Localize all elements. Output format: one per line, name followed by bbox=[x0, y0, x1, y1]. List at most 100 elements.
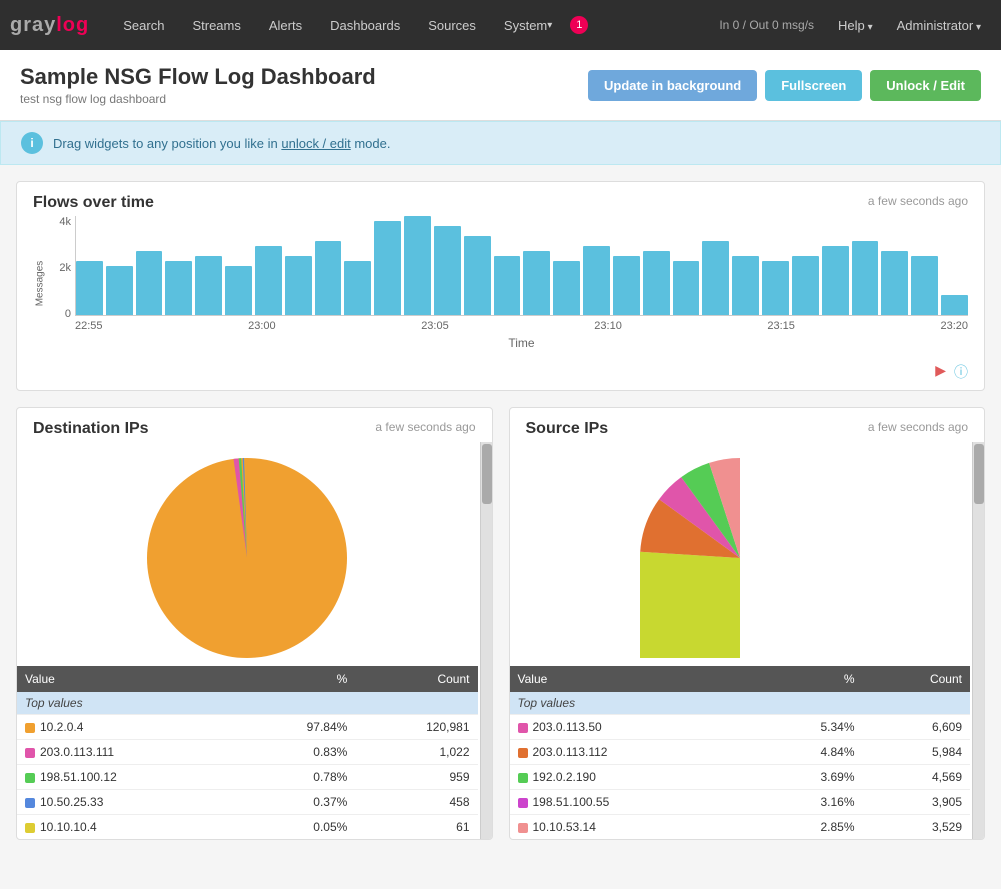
x-axis: 22:55 23:00 23:05 23:10 23:15 23:20 bbox=[75, 316, 968, 332]
bars-and-xaxis: 22:55 23:00 23:05 23:10 23:15 23:20 Time bbox=[75, 216, 968, 350]
unlock-edit-button[interactable]: Unlock / Edit bbox=[870, 70, 981, 101]
table-row: 203.0.113.111 0.83% 1,022 bbox=[17, 740, 478, 765]
flows-chart-panel: Flows over time a few seconds ago Messag… bbox=[16, 181, 985, 391]
flows-chart-timestamp: a few seconds ago bbox=[868, 194, 968, 208]
source-row4-value: 198.51.100.55 bbox=[510, 790, 751, 815]
chart-bar bbox=[822, 246, 849, 315]
dest-group-label: Top values bbox=[17, 692, 478, 715]
source-table-header-row: Value % Count bbox=[510, 666, 971, 692]
navbar: graylog Search Streams Alerts Dashboards… bbox=[0, 0, 1001, 50]
source-row3-value: 192.0.2.190 bbox=[510, 765, 751, 790]
table-row: 10.10.53.14 2.85% 3,529 bbox=[510, 815, 971, 840]
nav-dashboards[interactable]: Dashboards bbox=[316, 0, 414, 50]
source-row2-count: 5,984 bbox=[863, 740, 970, 765]
table-row: 203.0.113.112 4.84% 5,984 bbox=[510, 740, 971, 765]
table-row: 192.0.2.190 3.69% 4,569 bbox=[510, 765, 971, 790]
title-block: Sample NSG Flow Log Dashboard test nsg f… bbox=[20, 64, 376, 106]
source-row3-pct: 3.69% bbox=[751, 765, 863, 790]
nav-streams[interactable]: Streams bbox=[178, 0, 254, 50]
dest-table-header-row: Value % Count bbox=[17, 666, 478, 692]
dest-row3-value: 198.51.100.12 bbox=[17, 765, 239, 790]
source-group-row: Top values bbox=[510, 692, 971, 715]
source-scroll-wrapper: Value % Count Top values 203.0.113.50 bbox=[510, 442, 985, 839]
brand-logo[interactable]: graylog bbox=[10, 14, 89, 37]
x-tick-1: 22:55 bbox=[75, 320, 103, 332]
source-group-label: Top values bbox=[510, 692, 971, 715]
info-circle-icon[interactable]: ⓘ bbox=[954, 362, 968, 382]
update-background-button[interactable]: Update in background bbox=[588, 70, 757, 101]
chart-bar bbox=[494, 256, 521, 315]
x-tick-5: 23:15 bbox=[767, 320, 795, 332]
table-row: 10.10.10.4 0.05% 61 bbox=[17, 815, 478, 840]
chart-bar bbox=[285, 256, 312, 315]
source-pie-container bbox=[510, 442, 971, 666]
chart-bar bbox=[673, 261, 700, 315]
dest-scroll-wrapper: Value % Count Top values 10.2.0.4 bbox=[17, 442, 492, 839]
nav-items: Search Streams Alerts Dashboards Sources… bbox=[109, 0, 709, 50]
dest-dot-5 bbox=[25, 823, 35, 833]
info-prefix: Drag widgets to any position you like in bbox=[53, 136, 281, 151]
x-tick-6: 23:20 bbox=[940, 320, 968, 332]
fullscreen-button[interactable]: Fullscreen bbox=[765, 70, 862, 101]
source-dot-3 bbox=[518, 773, 528, 783]
dest-pie-container bbox=[17, 442, 478, 666]
unlock-edit-link[interactable]: unlock / edit bbox=[281, 136, 350, 151]
nav-alerts[interactable]: Alerts bbox=[255, 0, 316, 50]
dest-panel-content: Value % Count Top values 10.2.0.4 bbox=[17, 442, 492, 839]
nav-system[interactable]: System bbox=[490, 0, 566, 50]
dest-scrollbar[interactable] bbox=[480, 442, 492, 839]
source-col-value: Value bbox=[510, 666, 751, 692]
y-tick-4k: 4k bbox=[47, 216, 71, 228]
table-row: 198.51.100.12 0.78% 959 bbox=[17, 765, 478, 790]
source-pie-chart bbox=[640, 458, 840, 658]
dest-row5-value: 10.10.10.4 bbox=[17, 815, 239, 840]
dest-row2-count: 1,022 bbox=[355, 740, 477, 765]
chart-bar bbox=[702, 241, 729, 315]
y-tick-2k: 2k bbox=[47, 262, 71, 274]
nav-search[interactable]: Search bbox=[109, 0, 178, 50]
chart-bar bbox=[165, 261, 192, 315]
play-icon[interactable]: ▶ bbox=[935, 362, 946, 382]
throughput-stats: In 0 / Out 0 msg/s bbox=[709, 18, 824, 32]
source-table: Value % Count Top values 203.0.113.50 bbox=[510, 666, 971, 839]
chart-bar bbox=[792, 256, 819, 315]
dest-row5-pct: 0.05% bbox=[239, 815, 356, 840]
dest-row4-count: 458 bbox=[355, 790, 477, 815]
dest-panel-header: Destination IPs a few seconds ago bbox=[17, 408, 492, 442]
nav-sources[interactable]: Sources bbox=[414, 0, 490, 50]
source-ips-panel: Source IPs a few seconds ago bbox=[509, 407, 986, 840]
source-scroll-thumb[interactable] bbox=[974, 444, 984, 504]
dest-col-value: Value bbox=[17, 666, 239, 692]
flows-panel-header: Flows over time a few seconds ago bbox=[17, 182, 984, 216]
info-message: Drag widgets to any position you like in… bbox=[53, 136, 390, 151]
y-tick-0: 0 bbox=[47, 308, 71, 320]
chart-bar bbox=[911, 256, 938, 315]
source-segment-lime bbox=[640, 552, 740, 658]
table-row: 203.0.113.50 5.34% 6,609 bbox=[510, 715, 971, 740]
page-header: Sample NSG Flow Log Dashboard test nsg f… bbox=[0, 50, 1001, 121]
help-menu[interactable]: Help bbox=[828, 18, 883, 33]
flows-chart-body: Messages 4k 2k 0 22:55 bbox=[17, 216, 984, 358]
logo-log: log bbox=[56, 14, 89, 36]
chart-bar bbox=[762, 261, 789, 315]
flows-panel-footer: ▶ ⓘ bbox=[17, 358, 984, 390]
dest-row4-pct: 0.37% bbox=[239, 790, 356, 815]
bars-row bbox=[75, 216, 968, 316]
dest-row4-value: 10.50.25.33 bbox=[17, 790, 239, 815]
source-row3-count: 4,569 bbox=[863, 765, 970, 790]
dest-dot-1 bbox=[25, 723, 35, 733]
dest-row1-value: 10.2.0.4 bbox=[17, 715, 239, 740]
chart-bar bbox=[106, 266, 133, 316]
source-dot-5 bbox=[518, 823, 528, 833]
source-dot-1 bbox=[518, 723, 528, 733]
dest-dot-3 bbox=[25, 773, 35, 783]
dest-row2-value: 203.0.113.111 bbox=[17, 740, 239, 765]
admin-menu[interactable]: Administrator bbox=[887, 18, 991, 33]
dest-pie-chart bbox=[147, 458, 347, 658]
dest-scroll-thumb[interactable] bbox=[482, 444, 492, 504]
chart-bar bbox=[404, 216, 431, 315]
source-scrollbar[interactable] bbox=[972, 442, 984, 839]
chart-bar bbox=[881, 251, 908, 315]
chart-bar bbox=[553, 261, 580, 315]
source-row1-count: 6,609 bbox=[863, 715, 970, 740]
